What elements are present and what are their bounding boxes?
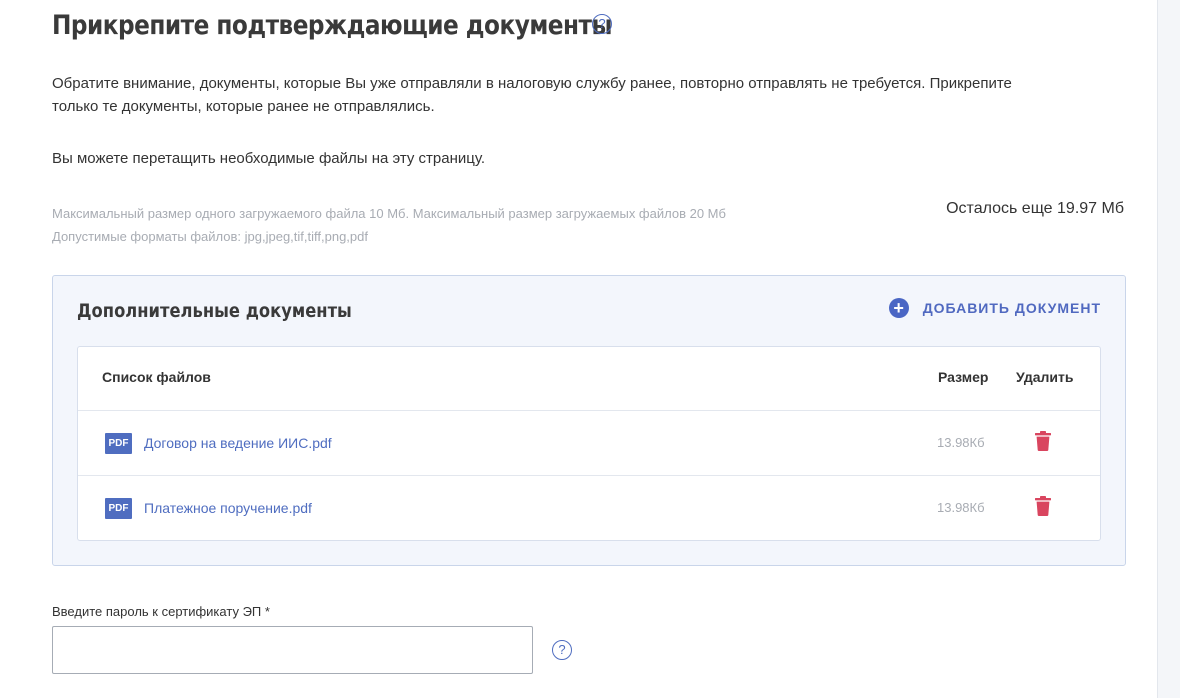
table-header: Список файлов Размер Удалить [78,347,1100,411]
page: Прикрепите подтверждающие документы ? Об… [0,0,1158,698]
format-limit-text: Допустимые форматы файлов: jpg,jpeg,tif,… [52,229,368,244]
files-table: Список файлов Размер Удалить PDF Договор… [77,346,1101,541]
add-document-label: ДОБАВИТЬ ДОКУМЕНТ [922,300,1101,316]
page-title: Прикрепите подтверждающие документы [52,10,612,41]
notice-text: Обратите внимание, документы, которые Вы… [52,72,1112,118]
add-document-button[interactable]: + ДОБАВИТЬ ДОКУМЕНТ [888,298,1101,318]
help-circle-icon[interactable]: ? [552,640,572,660]
panel-title: Дополнительные документы [77,300,352,322]
certificate-password-input[interactable] [52,626,533,674]
file-size: 13.98Кб [937,435,985,450]
plus-circle-icon: + [888,298,909,318]
size-limit-text: Максимальный размер одного загружаемого … [52,206,726,221]
trash-icon[interactable] [1035,496,1051,516]
remaining-space: Осталось еще 19.97 Мб [946,200,1124,217]
pdf-file-icon: PDF [105,433,132,454]
notice-line-2: только те документы, которые ранее не от… [52,98,435,115]
file-link[interactable]: Платежное поручение.pdf [144,500,312,516]
table-row: PDF Платежное поручение.pdf 13.98Кб [78,476,1100,541]
table-row: PDF Договор на ведение ИИС.pdf 13.98Кб [78,411,1100,476]
password-label: Введите пароль к сертификату ЭП * [52,604,270,619]
trash-icon[interactable] [1035,431,1051,451]
help-circle-icon[interactable]: ? [592,14,612,34]
column-header-delete: Удалить [1016,369,1074,385]
file-link[interactable]: Договор на ведение ИИС.pdf [144,435,332,451]
column-header-size: Размер [938,369,989,385]
pdf-file-icon: PDF [105,498,132,519]
notice-line-1: Обратите внимание, документы, которые Вы… [52,75,1012,92]
additional-documents-panel: Дополнительные документы + ДОБАВИТЬ ДОКУ… [52,275,1126,566]
file-size: 13.98Кб [937,500,985,515]
file-limits: Максимальный размер одного загружаемого … [52,202,726,248]
drag-drop-note: Вы можете перетащить необходимые файлы н… [52,150,486,167]
column-header-files: Список файлов [102,369,211,385]
